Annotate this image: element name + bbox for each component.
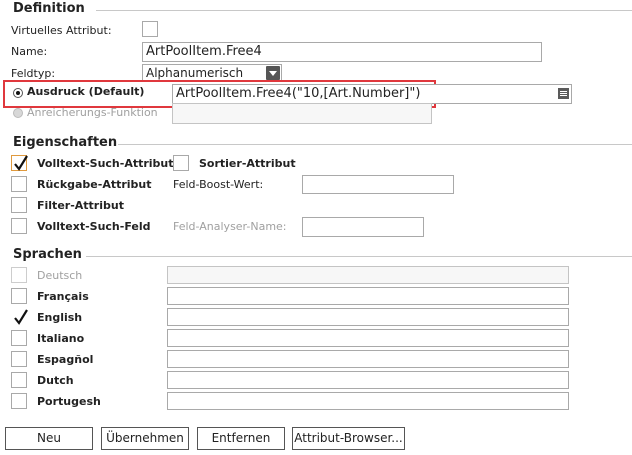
- enrichment-input[interactable]: [172, 103, 432, 124]
- sort-attribute-checkbox[interactable]: [173, 155, 189, 171]
- language-label-francais: Français: [37, 290, 89, 303]
- sort-attribute-label: Sortier-Attribut: [199, 157, 296, 170]
- name-label: Name:: [11, 45, 48, 58]
- language-input-espanol[interactable]: [167, 350, 569, 368]
- language-checkbox-portugesh[interactable]: [11, 393, 27, 409]
- return-attribute-checkbox[interactable]: [11, 176, 27, 192]
- languages-divider: [86, 256, 632, 257]
- language-label-dutch: Dutch: [37, 374, 74, 387]
- checkmark-icon: [14, 155, 28, 171]
- language-input-deutsch[interactable]: [167, 266, 569, 284]
- language-label-espanol: Espagñol: [37, 353, 94, 366]
- analyser-label: Feld-Analyser-Name:: [173, 220, 287, 233]
- language-input-portugesh[interactable]: [167, 392, 569, 410]
- remove-button[interactable]: Entfernen: [197, 427, 285, 450]
- language-label-english: English: [37, 311, 83, 324]
- properties-title: Eigenschaften: [13, 135, 118, 150]
- menu-icon[interactable]: [558, 88, 569, 99]
- boost-input[interactable]: [302, 175, 454, 194]
- attribute-browser-button[interactable]: Attribut-Browser...: [292, 427, 405, 450]
- radio-dot-icon: [16, 91, 20, 95]
- languages-title: Sprachen: [13, 247, 82, 262]
- language-checkbox-italiano[interactable]: [11, 330, 27, 346]
- analyser-input[interactable]: [302, 217, 424, 237]
- language-label-deutsch: Deutsch: [37, 269, 83, 282]
- chevron-down-icon: [266, 66, 280, 80]
- fulltext-field-checkbox[interactable]: [11, 218, 27, 234]
- expression-label: Ausdruck (Default): [27, 85, 145, 98]
- language-checkbox-dutch[interactable]: [11, 372, 27, 388]
- field-type-value: Alphanumerisch: [146, 66, 244, 80]
- language-input-italiano[interactable]: [167, 329, 569, 347]
- virtual-attribute-label: Virtuelles Attribut:: [11, 24, 112, 37]
- fulltext-attribute-label: Volltext-Such-Attribut: [37, 157, 174, 170]
- language-label-italiano: Italiano: [37, 332, 85, 345]
- apply-button[interactable]: Übernehmen: [101, 427, 189, 450]
- language-input-english[interactable]: [167, 308, 569, 326]
- expression-radio[interactable]: [13, 88, 23, 98]
- language-input-francais[interactable]: [167, 287, 569, 305]
- properties-divider: [118, 144, 632, 145]
- boost-label: Feld-Boost-Wert:: [173, 178, 264, 191]
- return-attribute-label: Rückgabe-Attribut: [37, 178, 152, 191]
- language-checkbox-francais[interactable]: [11, 288, 27, 304]
- language-checkbox-deutsch[interactable]: [11, 267, 27, 283]
- language-label-portugesh: Portugesh: [37, 395, 101, 408]
- definition-title: Definition: [13, 1, 85, 16]
- virtual-attribute-checkbox[interactable]: [142, 21, 158, 37]
- language-checkbox-espanol[interactable]: [11, 351, 27, 367]
- name-input[interactable]: ArtPoolItem.Free4: [142, 42, 542, 62]
- checkmark-icon: [14, 309, 28, 325]
- language-input-dutch[interactable]: [167, 371, 569, 389]
- definition-divider: [96, 10, 632, 11]
- new-button[interactable]: Neu: [5, 427, 93, 450]
- language-checkbox-english[interactable]: [11, 309, 28, 325]
- enrichment-label: Anreicherungs-Funktion: [27, 106, 158, 119]
- filter-attribute-label: Filter-Attribut: [37, 199, 124, 212]
- filter-attribute-checkbox[interactable]: [11, 197, 27, 213]
- field-type-label: Feldtyp:: [11, 67, 56, 80]
- enrichment-radio[interactable]: [13, 108, 23, 118]
- fulltext-field-label: Volltext-Such-Feld: [37, 220, 151, 233]
- fulltext-attribute-checkbox[interactable]: [11, 155, 28, 171]
- expression-input[interactable]: ArtPoolItem.Free4("10,[Art.Number]"): [172, 84, 572, 104]
- expression-value: ArtPoolItem.Free4("10,[Art.Number]"): [176, 86, 421, 101]
